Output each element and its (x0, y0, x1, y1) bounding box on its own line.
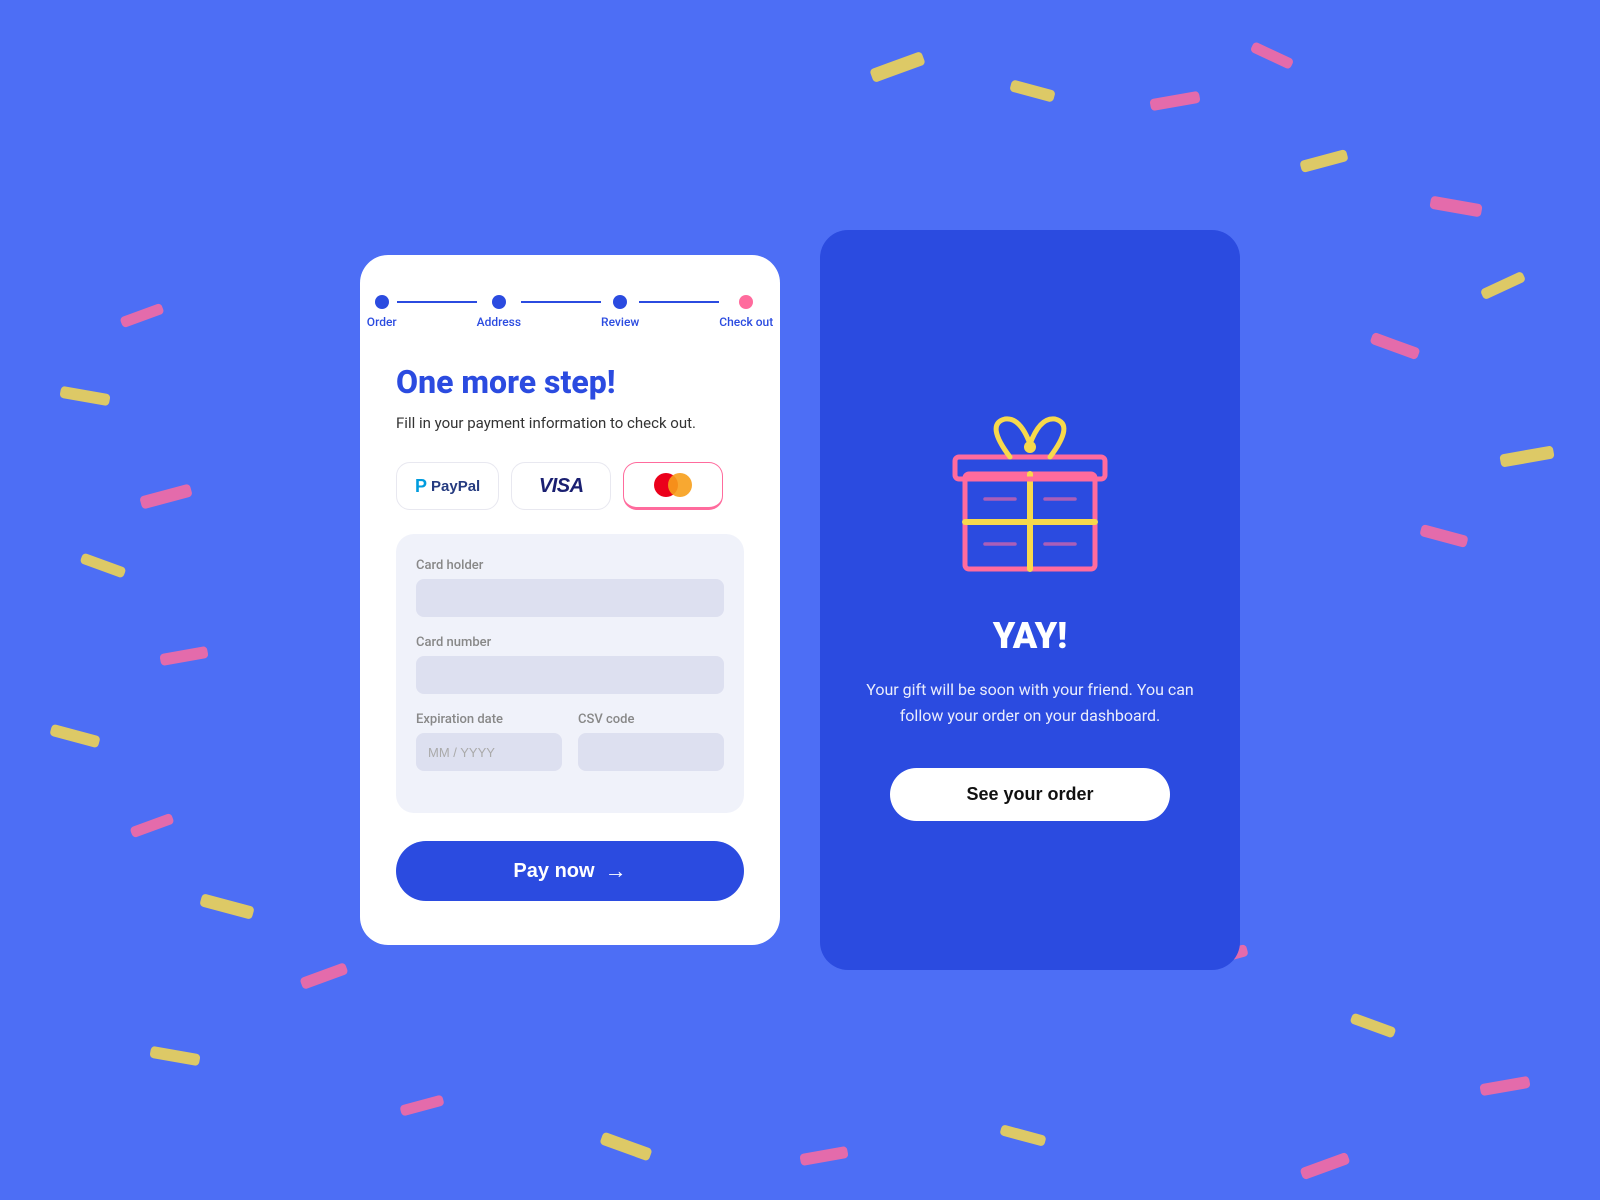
gift-icon (930, 379, 1130, 579)
expiry-csv-row: Expiration date CSV code (416, 712, 724, 789)
step-dot-address (492, 295, 506, 309)
step-order: Order (367, 295, 397, 329)
step-dot-checkout (739, 295, 753, 309)
step-label-review: Review (601, 315, 639, 329)
pay-now-label: Pay now (513, 860, 594, 883)
paypal-icon: P (415, 476, 427, 497)
step-dot-review (613, 295, 627, 309)
step-review: Review (601, 295, 639, 329)
visa-label: VISA (539, 475, 584, 498)
paypal-button[interactable]: P PayPal (396, 462, 499, 510)
cardnumber-input[interactable] (416, 656, 724, 694)
yay-title: YAY! (993, 615, 1067, 657)
step-line-1 (397, 301, 477, 303)
step-line-2 (521, 301, 601, 303)
expiry-group: Expiration date (416, 712, 562, 771)
confirmation-card: YAY! Your gift will be soon with your fr… (820, 230, 1240, 970)
paypal-label: PayPal (431, 478, 480, 495)
card-form: Card holder Card number Expiration date … (396, 534, 744, 813)
csv-group: CSV code (578, 712, 724, 789)
csv-input[interactable] (578, 733, 724, 771)
expiry-input[interactable] (416, 733, 562, 771)
checkout-card: Order Address Review Check out One more … (360, 255, 780, 946)
yay-subtitle: Your gift will be soon with your friend.… (856, 677, 1204, 728)
cardholder-label: Card holder (416, 558, 724, 573)
see-order-button[interactable]: See your order (890, 768, 1170, 821)
payment-methods: P PayPal VISA (396, 462, 744, 510)
csv-label: CSV code (578, 712, 724, 727)
cardholder-group: Card holder (416, 558, 724, 617)
step-label-address: Address (477, 315, 521, 329)
pay-arrow-icon: → (605, 858, 627, 884)
step-label-order: Order (367, 315, 397, 329)
page-heading: One more step! (396, 365, 744, 400)
cardnumber-group: Card number (416, 635, 724, 694)
step-address: Address (477, 295, 521, 329)
expiry-label: Expiration date (416, 712, 562, 727)
cardnumber-label: Card number (416, 635, 724, 650)
mastercard-button[interactable] (623, 462, 723, 510)
step-checkout: Check out (719, 295, 773, 329)
visa-button[interactable]: VISA (511, 462, 611, 510)
step-label-checkout: Check out (719, 315, 773, 329)
stepper: Order Address Review Check out (396, 295, 744, 329)
cardholder-input[interactable] (416, 579, 724, 617)
step-line-3 (639, 301, 719, 303)
page-subheading: Fill in your payment information to chec… (396, 412, 744, 435)
step-dot-order (375, 295, 389, 309)
mastercard-icon (654, 473, 692, 497)
pay-now-button[interactable]: Pay now → (396, 841, 744, 901)
